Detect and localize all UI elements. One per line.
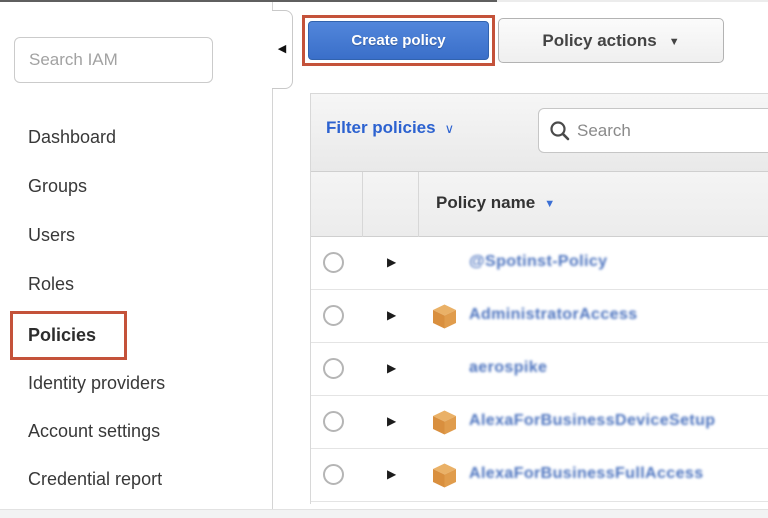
- column-divider: [362, 172, 363, 237]
- filter-policies-dropdown[interactable]: Filter policies ∨: [326, 118, 454, 138]
- expand-caret-icon[interactable]: ▶: [387, 256, 396, 268]
- policy-name-column-header[interactable]: Policy name ▼: [436, 193, 555, 213]
- policy-search-box: [538, 108, 768, 153]
- policy-name-link[interactable]: AlexaForBusinessFullAccess: [469, 465, 704, 483]
- sidebar-item-account-settings[interactable]: Account settings: [28, 419, 160, 443]
- sidebar-item-roles[interactable]: Roles: [28, 272, 74, 296]
- policy-name-header-label: Policy name: [436, 193, 535, 213]
- sidebar-collapse-tab[interactable]: ◀: [272, 10, 293, 89]
- expand-caret-icon[interactable]: ▶: [387, 415, 396, 427]
- sidebar-item-dashboard[interactable]: Dashboard: [28, 125, 116, 149]
- radio-button[interactable]: [323, 305, 344, 326]
- filter-policies-label: Filter policies: [326, 118, 436, 138]
- radio-button[interactable]: [323, 252, 344, 273]
- iam-policies-screen: Dashboard Groups Users Roles Policies Id…: [0, 0, 768, 518]
- radio-button[interactable]: [323, 464, 344, 485]
- aws-managed-policy-cube-icon: [431, 409, 458, 436]
- table-row: ▶ AlexaForBusinessFullAccess: [311, 449, 768, 502]
- iam-sidebar: Dashboard Groups Users Roles Policies Id…: [0, 2, 273, 509]
- sort-descending-icon: ▼: [544, 198, 555, 210]
- policy-actions-label: Policy actions: [542, 31, 656, 51]
- policy-search-input[interactable]: [577, 109, 768, 152]
- policy-name-link[interactable]: @Spotinst-Policy: [469, 253, 607, 271]
- table-row: ▶ AlexaForBusinessDeviceSetup: [311, 396, 768, 449]
- aws-managed-policy-cube-icon: [431, 303, 458, 330]
- search-icon: [549, 120, 571, 147]
- radio-button[interactable]: [323, 358, 344, 379]
- table-row: ▶ aerospike: [311, 343, 768, 396]
- policy-name-link[interactable]: aerospike: [469, 359, 547, 377]
- column-divider: [418, 172, 419, 237]
- expand-caret-icon[interactable]: ▶: [387, 309, 396, 321]
- create-policy-button[interactable]: Create policy: [308, 21, 489, 60]
- sidebar-item-policies[interactable]: Policies: [28, 323, 96, 347]
- table-row: ▶ AdministratorAccess: [311, 290, 768, 343]
- table-header-row: Policy name ▼: [311, 172, 768, 237]
- chevron-down-icon: ∨: [445, 121, 455, 137]
- filter-bar: Filter policies ∨: [311, 93, 768, 172]
- search-iam-input[interactable]: [14, 37, 213, 83]
- expand-caret-icon[interactable]: ▶: [387, 468, 396, 480]
- chevron-down-icon: ▼: [669, 36, 680, 48]
- table-body: ▶ @Spotinst-Policy ▶ AdministratorAccess ▶ ae…: [311, 237, 768, 502]
- policy-name-link[interactable]: AdministratorAccess: [469, 306, 638, 324]
- policy-name-link[interactable]: AlexaForBusinessDeviceSetup: [469, 412, 715, 430]
- sidebar-item-users[interactable]: Users: [28, 223, 75, 247]
- collapse-left-icon: ◀: [278, 44, 286, 55]
- top-edge-light: [497, 0, 768, 2]
- expand-caret-icon[interactable]: ▶: [387, 362, 396, 374]
- sidebar-item-groups[interactable]: Groups: [28, 174, 87, 198]
- policies-table-panel: Filter policies ∨ Policy name ▼ ▶ @Spotin…: [310, 93, 768, 504]
- policy-actions-button[interactable]: Policy actions ▼: [498, 18, 724, 63]
- aws-managed-policy-cube-icon: [431, 462, 458, 489]
- radio-button[interactable]: [323, 411, 344, 432]
- sidebar-item-identity-providers[interactable]: Identity providers: [28, 371, 165, 395]
- sidebar-item-credential-report[interactable]: Credential report: [28, 467, 162, 491]
- table-row: ▶ @Spotinst-Policy: [311, 237, 768, 290]
- footer-strip: [0, 509, 768, 518]
